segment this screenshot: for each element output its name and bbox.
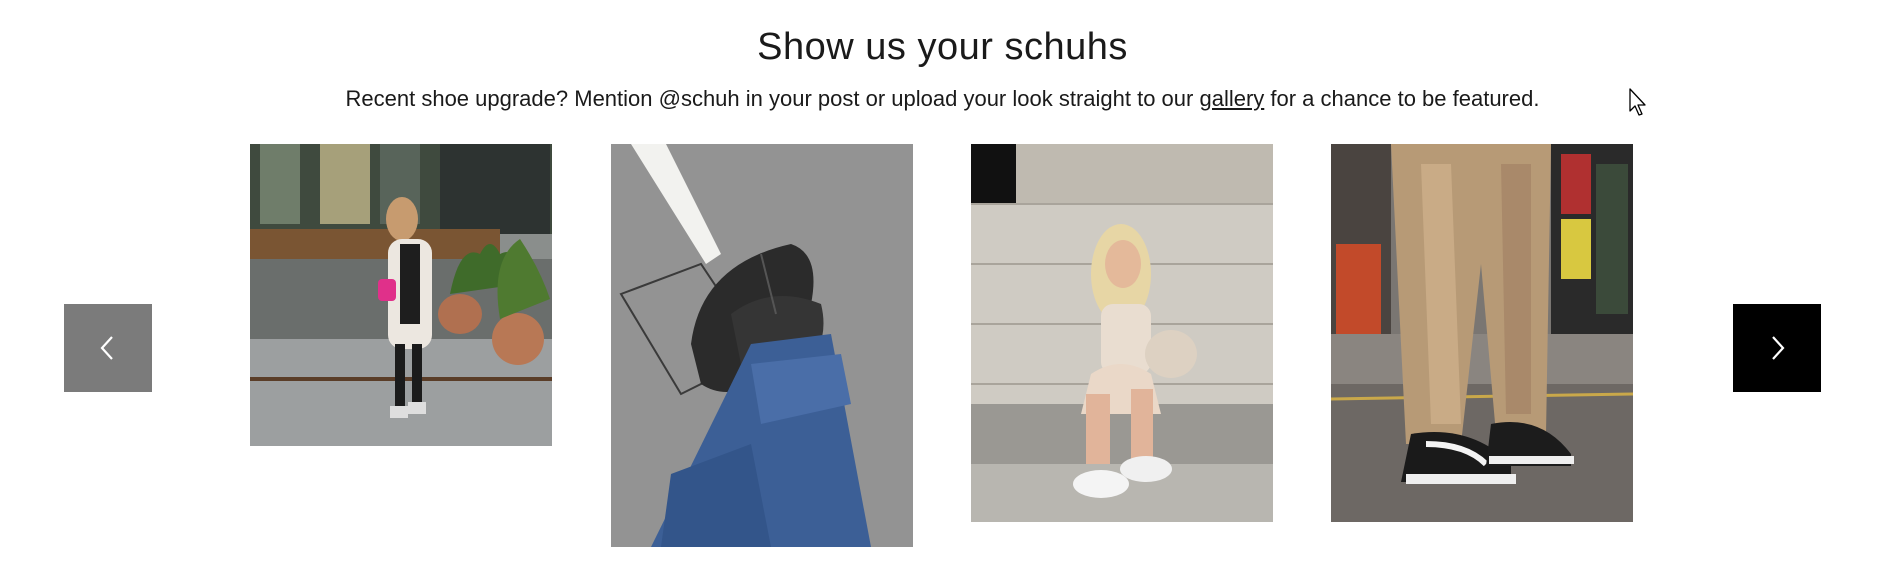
carousel-prev-button[interactable] [64, 304, 152, 392]
subtitle-text-before: Recent shoe upgrade? Mention @schuh in y… [345, 86, 1200, 111]
ugc-photo-4[interactable] [1331, 144, 1633, 522]
chevron-right-icon [1772, 336, 1785, 360]
section-subtitle: Recent shoe upgrade? Mention @schuh in y… [0, 86, 1885, 112]
gallery-link[interactable]: gallery [1199, 86, 1264, 111]
carousel-next-button[interactable] [1733, 304, 1821, 392]
ugc-photo-3[interactable] [971, 144, 1273, 522]
chevron-left-icon [100, 336, 113, 360]
section-title: Show us your schuhs [757, 26, 1128, 68]
ugc-photo-1[interactable] [250, 144, 552, 446]
subtitle-text-after: for a chance to be featured. [1264, 86, 1540, 111]
ugc-photo-2[interactable] [611, 144, 913, 547]
mouse-cursor-icon [1629, 88, 1646, 116]
